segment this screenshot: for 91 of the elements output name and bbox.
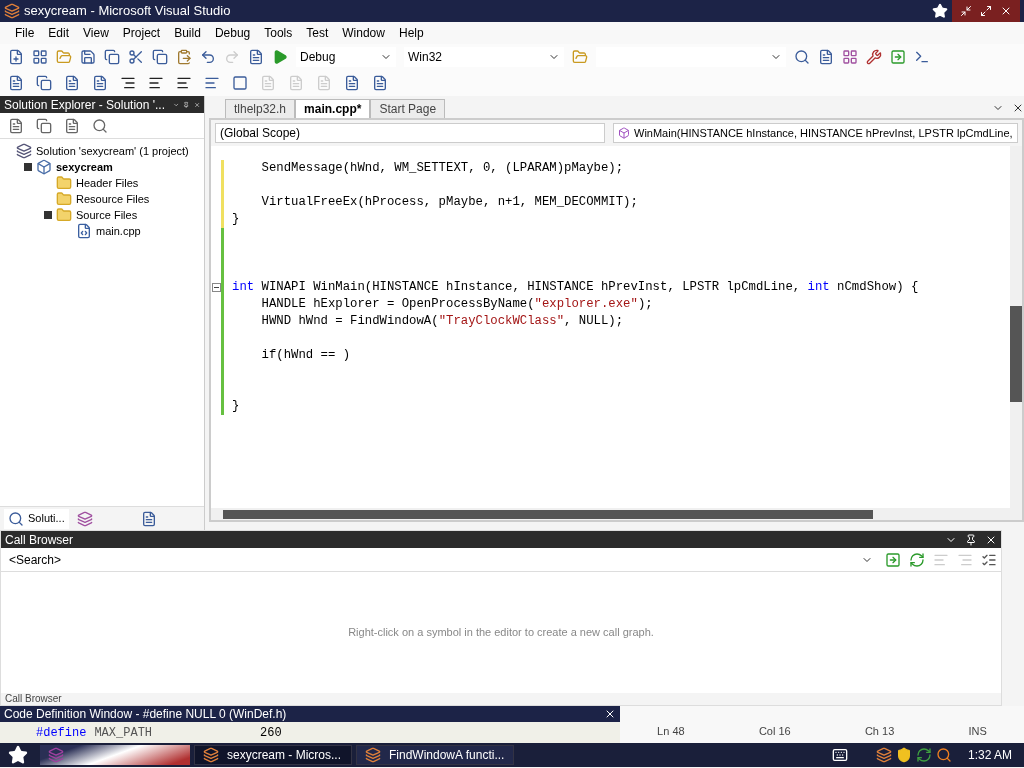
status-text: Ln 48 [657,723,685,739]
panel-title: Call Browser [5,531,73,549]
code-line: if(hWnd == ) [260,347,351,365]
folder-icon [56,191,72,207]
keyboard-icon[interactable] [831,747,848,763]
tree-item[interactable]: Source Files [76,206,138,224]
menu-item[interactable]: Edit [41,24,77,42]
tree-item[interactable]: main.cpp [96,222,141,240]
status-text: Ch 13 [864,723,895,739]
command-window-icon[interactable] [914,49,930,65]
code-line: HWND hWnd = FindWindowA("TrayClockWClass", NULL); [260,313,624,331]
app-icon [48,747,64,763]
menu-item[interactable]: Debug [207,24,258,42]
shield-icon[interactable] [895,747,912,763]
empty-message: Right-click on a symbol in the editor to create a new call graph. [348,625,654,641]
paste-icon[interactable] [176,49,192,65]
close-icon[interactable] [1000,5,1012,17]
horizontal-scrollbar[interactable] [211,508,1022,520]
start-icon[interactable] [8,745,28,765]
document-tab[interactable]: Start Page [370,99,446,118]
tree-item[interactable]: Header Files [76,174,139,192]
taskbar-button[interactable] [40,745,190,765]
method-icon [618,127,630,139]
document-tab[interactable]: main.cpp* [295,99,371,118]
menu-item[interactable]: Build [167,24,208,42]
folder-icon [56,175,72,191]
clock: 1:32 AM [966,747,1013,764]
taskbar-button[interactable]: sexycream - Micros... [194,745,352,765]
new-project-icon[interactable] [8,49,24,65]
code-line: SendMessage(hWnd, WM_SETTEXT, 0, (LPARAM)pMaybe); [260,160,624,178]
code-line: } [231,398,240,416]
tools-icon[interactable] [866,49,882,65]
uncomment-icon[interactable] [204,75,220,91]
code-line: } [231,211,240,229]
code-line: VirtualFreeEx(hProcess, pMaybe, n+1, MEM_DECOMMIT); [260,194,638,212]
tray-icon[interactable] [875,747,892,763]
panel-title: Solution Explorer - Solution '... [4,96,166,114]
collapse-toggle[interactable] [24,163,32,171]
app-icon [4,3,20,19]
go-icon[interactable] [885,551,901,568]
window-title: sexycream - Microsoft Visual Studio [24,2,231,21]
tree-item[interactable]: sexycream [56,158,113,176]
menu-item[interactable]: Tools [257,24,300,42]
maximize-icon[interactable] [980,5,992,17]
configuration-dropdown[interactable]: Debug [296,47,396,67]
scope-dropdown[interactable]: (Global Scope) [215,123,605,143]
status-text: INS [968,723,987,739]
star-icon [932,3,948,19]
menu-item[interactable]: View [76,24,116,42]
panel-title: Code Definition Window - #define NULL 0 (WinDef.h) [4,706,287,723]
close-icon[interactable] [604,708,616,720]
taskbar-button[interactable]: FindWindowA functi... [356,745,514,765]
code-line: HANDLE hExplorer = OpenProcessByName("explorer.exe"); [260,296,653,314]
copy-icon[interactable] [152,49,168,65]
code-line: int WINAPI WinMain(HINSTANCE hInstance, HINSTANCE hPrevInst, LPSTR lpCmdLine, int nCmdShow) { [231,279,919,297]
collapse-toggle[interactable] [44,211,52,219]
panel-tab[interactable]: Soluti... [4,508,69,529]
start-icon[interactable] [272,49,288,65]
save-icon[interactable] [80,49,96,65]
vertical-scrollbar[interactable] [1009,146,1022,508]
member-dropdown[interactable]: WinMain(HINSTANCE hInstance, HINSTANCE hPrevInst, LPSTR lpCmdLine, [613,123,1018,143]
status-text: Col 16 [758,723,791,739]
menu-item[interactable]: File [8,24,42,42]
tree-item[interactable]: Resource Files [76,190,150,208]
folder-icon [56,207,72,223]
collapse-toggle[interactable] [211,283,221,292]
search-icon[interactable] [794,49,810,65]
app-icon [365,747,381,763]
undo-icon[interactable] [200,49,216,65]
project-icon [36,159,52,175]
menu-item[interactable]: Project [115,24,168,42]
search-icon[interactable] [935,747,952,763]
minimize-icon[interactable] [960,5,972,17]
search-combobox[interactable]: <Search> [5,549,877,570]
comment-icon[interactable] [176,75,192,91]
tree-item[interactable]: Solution 'sexycream' (1 project) [36,142,189,160]
platform-dropdown[interactable]: Win32 [404,47,564,67]
refresh-icon[interactable] [909,551,925,568]
menu-item[interactable]: Window [335,24,392,42]
code-line: #define MAX_PATH 260 [36,724,282,742]
app-icon [203,747,219,763]
file-icon [76,223,92,239]
document-tab[interactable]: tlhelp32.h [225,99,296,118]
outdent-icon[interactable] [120,75,136,91]
menu-item[interactable]: Help [391,24,431,42]
menu-item[interactable]: Test [299,24,336,42]
cut-icon[interactable] [128,49,144,65]
indent-icon[interactable] [148,75,164,91]
panel-tab[interactable]: Call Browser [5,694,62,704]
pin-icon[interactable] [965,533,977,546]
solution-icon [16,143,32,159]
